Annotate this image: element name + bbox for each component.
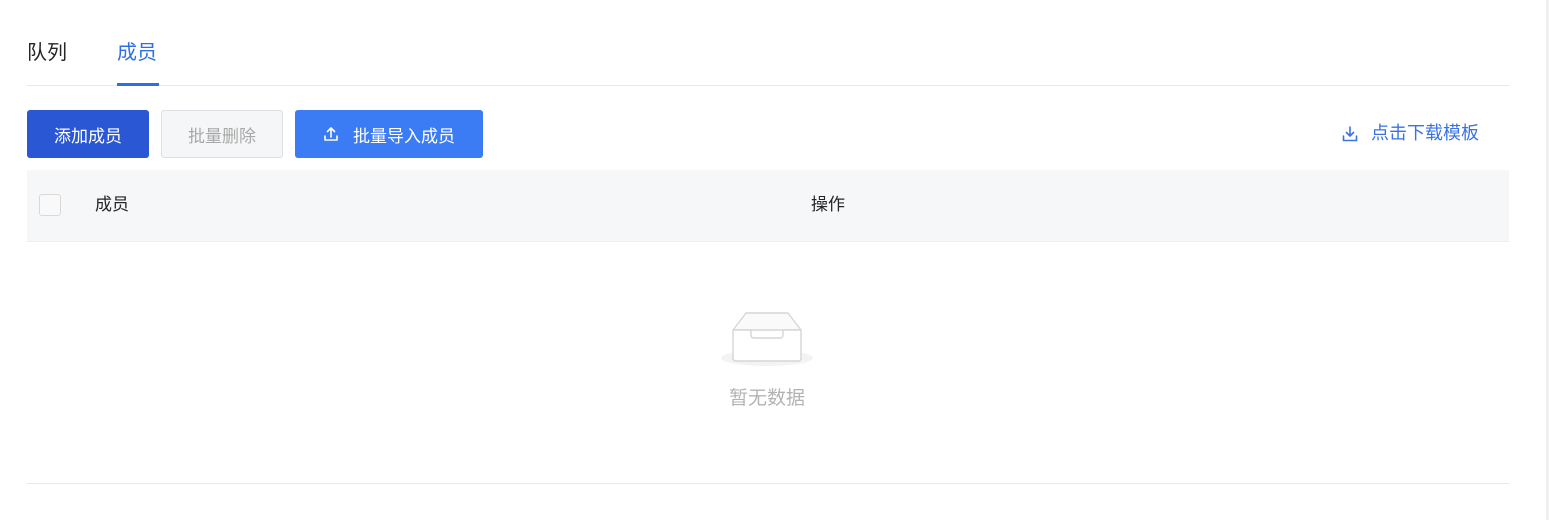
- toolbar: 添加成员 批量删除 批量导入成员 点击下载模板: [27, 110, 1509, 158]
- download-template-link[interactable]: 点击下载模板: [1341, 122, 1479, 146]
- column-header-action: 操作: [811, 195, 845, 215]
- tab-bar: 队列 成员: [27, 0, 1509, 86]
- tab-members[interactable]: 成员: [117, 38, 157, 66]
- batch-delete-button[interactable]: 批量删除: [161, 110, 283, 158]
- batch-delete-label: 批量删除: [188, 126, 256, 147]
- members-panel: 队列 成员 添加成员 批量删除 批量导入成员 点击下载模板 成员 操作 暂无数据: [27, 0, 1509, 520]
- add-member-label: 添加成员: [54, 126, 122, 147]
- download-icon: [1342, 126, 1358, 142]
- members-table: 成员 操作 暂无数据: [27, 170, 1509, 484]
- tab-queue[interactable]: 队列: [27, 38, 67, 66]
- upload-icon: [324, 127, 338, 141]
- column-header-member: 成员: [95, 195, 129, 215]
- add-member-button[interactable]: 添加成员: [27, 110, 149, 158]
- empty-state: 暂无数据: [717, 308, 817, 410]
- table-header: 成员 操作: [27, 170, 1509, 242]
- active-tab-indicator: [117, 83, 159, 86]
- select-all-checkbox[interactable]: [39, 194, 61, 216]
- batch-import-label: 批量导入成员: [353, 126, 455, 147]
- empty-inbox-icon: [721, 312, 813, 366]
- empty-text: 暂无数据: [728, 387, 805, 409]
- download-template-label: 点击下载模板: [1371, 123, 1479, 144]
- batch-import-button[interactable]: 批量导入成员: [295, 110, 483, 158]
